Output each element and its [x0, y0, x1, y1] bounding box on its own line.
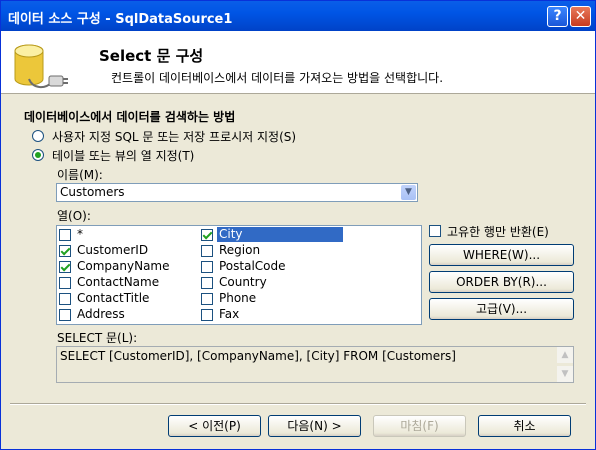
footer-divider	[10, 403, 586, 405]
sql-option-radio[interactable]	[32, 130, 44, 142]
database-icon	[14, 44, 68, 89]
cancel-button[interactable]: 취소	[478, 415, 571, 437]
select-statement-box[interactable]: SELECT [CustomerID], [CompanyName], [Cit…	[56, 346, 574, 383]
column-label: Fax	[219, 307, 240, 321]
column-label: *	[77, 227, 83, 241]
column-label: ContactTitle	[77, 291, 150, 305]
column-checkbox[interactable]	[59, 293, 71, 305]
columns-label: 열(O):	[57, 209, 91, 223]
column-label: Address	[77, 307, 125, 321]
column-checkbox[interactable]	[59, 261, 71, 273]
dialog-window: 데이터 소스 구성 - SqlDataSource1 ? ✕ Select 문 …	[0, 0, 596, 450]
finish-button[interactable]: 마침(F)	[373, 415, 466, 437]
order-by-button[interactable]: ORDER BY(R)...	[429, 271, 574, 293]
column-label: CustomerID	[77, 243, 149, 257]
column-checkbox[interactable]	[201, 229, 213, 241]
advanced-button[interactable]: 고급(V)...	[429, 298, 574, 320]
column-checkbox[interactable]	[201, 293, 213, 305]
distinct-checkbox[interactable]	[429, 225, 441, 237]
window-title: 데이터 소스 구성 - SqlDataSource1	[8, 12, 233, 27]
help-button[interactable]: ?	[547, 6, 568, 27]
column-label: CompanyName	[77, 259, 170, 273]
column-label: ContactName	[77, 275, 160, 289]
select-statement-text: SELECT [CustomerID], [CompanyName], [Cit…	[60, 349, 456, 363]
table-name-dropdown[interactable]: Customers ▼	[56, 183, 418, 202]
table-name-value: Customers	[60, 185, 125, 199]
column-checkbox[interactable]	[59, 245, 71, 257]
table-option-radio[interactable]	[32, 149, 44, 161]
close-button[interactable]: ✕	[570, 6, 591, 27]
table-option-label[interactable]: 테이블 또는 뷰의 열 지정(T)	[52, 147, 194, 164]
header-title: Select 문 구성	[99, 47, 204, 65]
name-label: 이름(M):	[57, 168, 103, 182]
distinct-label[interactable]: 고유한 행만 반환(E)	[447, 223, 549, 240]
header-subtitle: 컨트롤이 데이터베이스에서 데이터를 가져오는 방법을 선택합니다.	[111, 71, 444, 85]
sql-option-label[interactable]: 사용자 지정 SQL 문 또는 저장 프로시저 지정(S)	[52, 128, 296, 145]
next-button[interactable]: 다음(N) >	[268, 415, 361, 437]
column-label: PostalCode	[219, 259, 286, 273]
section-title: 데이터베이스에서 데이터를 검색하는 방법	[24, 110, 236, 124]
prev-button[interactable]: < 이전(P)	[168, 415, 261, 437]
chevron-down-icon[interactable]: ▼	[401, 185, 416, 200]
column-checkbox[interactable]	[201, 309, 213, 321]
title-bar[interactable]: 데이터 소스 구성 - SqlDataSource1 ? ✕	[1, 1, 595, 31]
column-checkbox[interactable]	[59, 277, 71, 289]
column-checkbox[interactable]	[201, 261, 213, 273]
column-checkbox[interactable]	[201, 245, 213, 257]
scroll-down-icon[interactable]: ▼	[557, 366, 573, 382]
columns-list[interactable]: * CustomerID CompanyName ContactName Con…	[56, 225, 422, 325]
select-statement-label: SELECT 문(L):	[57, 331, 138, 345]
column-label: Region	[219, 243, 261, 257]
where-button[interactable]: WHERE(W)...	[429, 244, 574, 266]
column-label: Phone	[219, 291, 257, 305]
column-checkbox[interactable]	[201, 277, 213, 289]
column-label: City	[219, 227, 243, 241]
column-label: Country	[219, 275, 267, 289]
wizard-header: Select 문 구성 컨트롤이 데이터베이스에서 데이터를 가져오는 방법을 …	[1, 31, 595, 94]
column-checkbox[interactable]	[59, 309, 71, 321]
column-checkbox[interactable]	[59, 229, 71, 241]
scroll-up-icon[interactable]: ▲	[557, 347, 573, 363]
